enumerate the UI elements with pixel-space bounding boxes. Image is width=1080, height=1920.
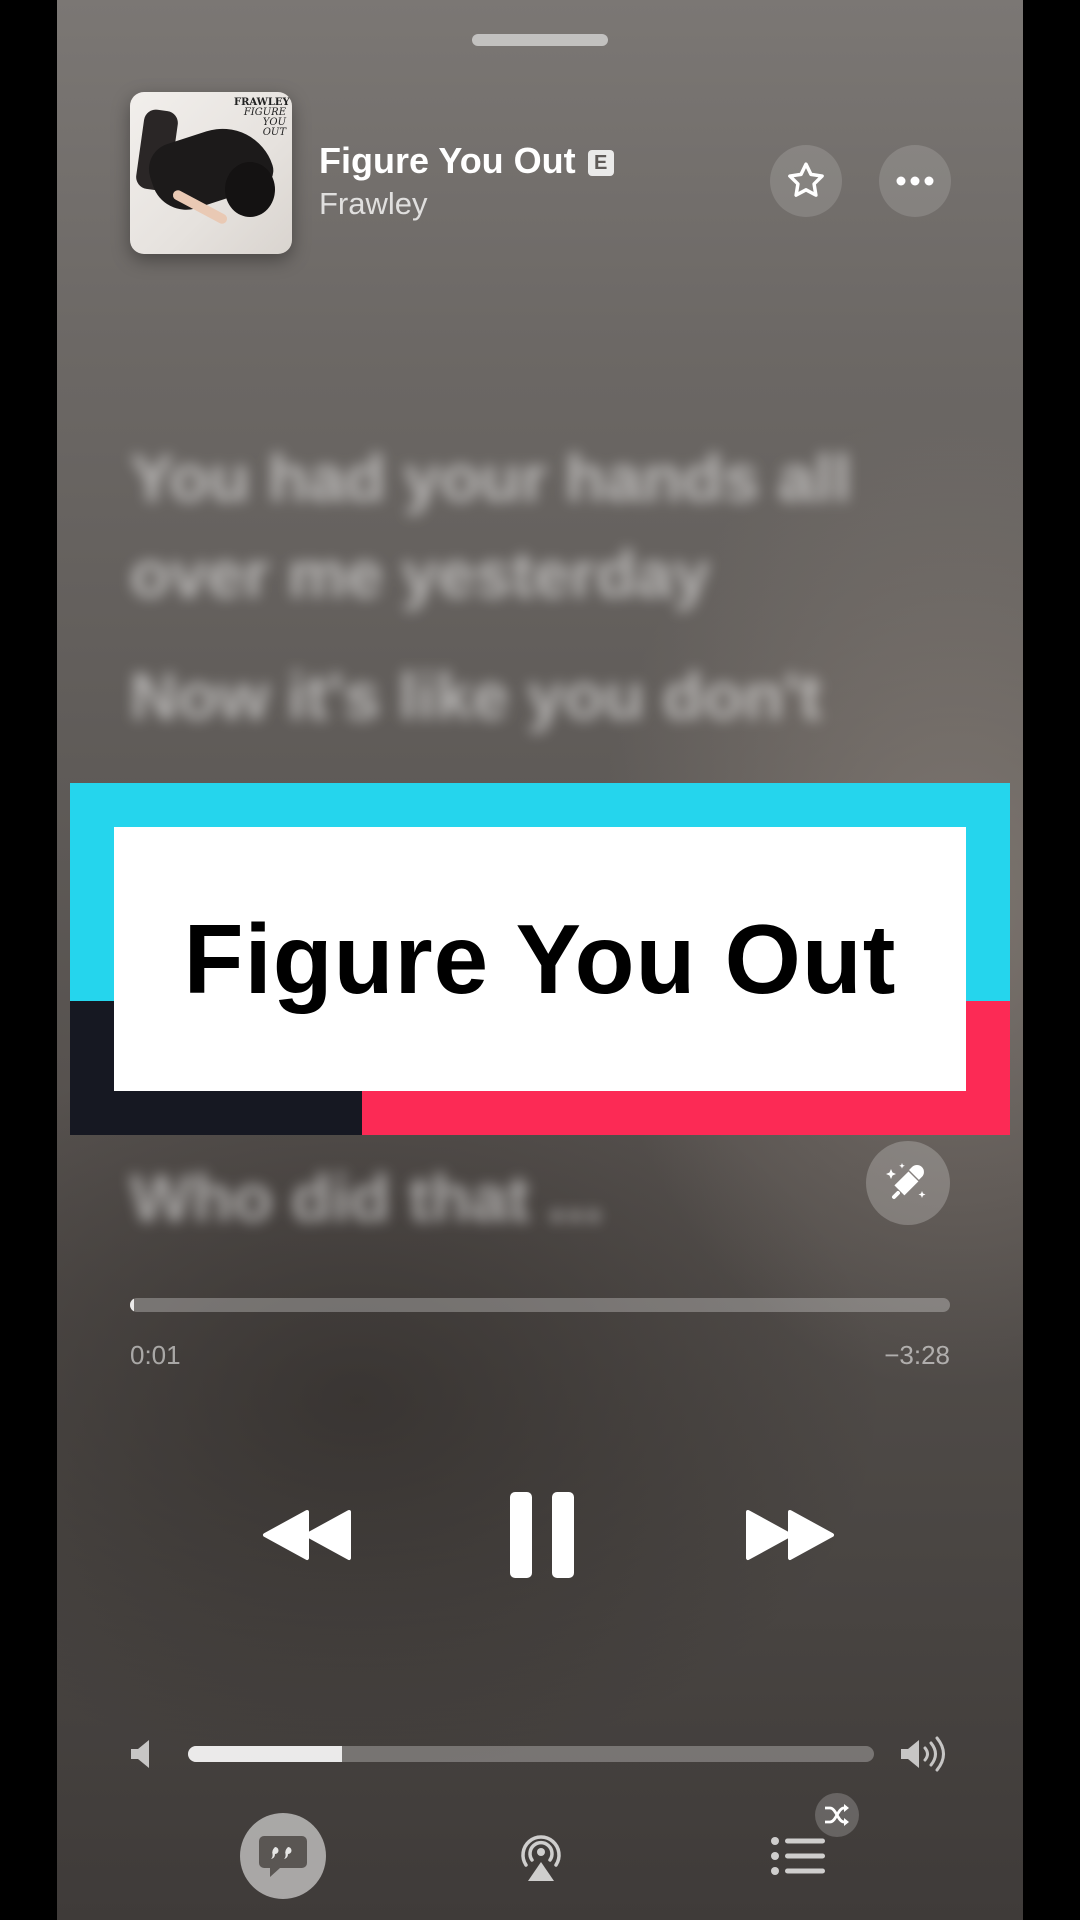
lyric-line: over me yesterday — [130, 537, 710, 611]
more-options-button[interactable] — [879, 145, 951, 217]
song-title-row[interactable]: Figure You Out E — [319, 140, 614, 182]
song-title: Figure You Out — [319, 140, 576, 181]
lyric-line: You had your hands all — [130, 441, 852, 515]
elapsed-time: 0:01 — [130, 1340, 181, 1370]
overlay-title: Figure You Out — [183, 903, 897, 1014]
quote-bubble-icon — [259, 1836, 307, 1877]
speaker-low-icon — [131, 1740, 149, 1768]
lyric-line: Now it's like you don't — [130, 659, 822, 733]
album-art-text: FRAWLEY FIGURE YOU OUT — [234, 98, 290, 138]
pause-icon — [510, 1492, 574, 1578]
list-icon[interactable] — [769, 1829, 829, 1883]
album-artwork[interactable]: FRAWLEY FIGURE YOU OUT — [130, 92, 292, 254]
remaining-time: −3:28 — [884, 1340, 950, 1370]
screen: FRAWLEY FIGURE YOU OUT Figure You Out E F… — [0, 0, 1080, 1920]
playback-progress-fill — [130, 1298, 135, 1312]
sing-button[interactable] — [866, 1141, 950, 1225]
speaker-high-icon — [901, 1736, 945, 1772]
sheet-grabber[interactable] — [472, 34, 608, 46]
banner-card: Figure You Out — [114, 827, 966, 1091]
rewind-button[interactable] — [237, 1480, 377, 1590]
airplay-icon[interactable] — [514, 1829, 568, 1883]
favorite-button[interactable] — [770, 145, 842, 217]
lyrics-toggle-button[interactable] — [240, 1813, 326, 1899]
volume-level-fill — [188, 1746, 343, 1762]
explicit-badge: E — [587, 150, 614, 176]
playback-scrubber[interactable] — [130, 1298, 950, 1312]
volume-slider[interactable] — [188, 1746, 874, 1762]
rewind-icon — [263, 1510, 351, 1560]
ellipsis-icon — [896, 176, 934, 186]
album-art-title-3: OUT — [262, 127, 286, 138]
mic-sparkle-icon — [886, 1163, 926, 1199]
pause-button[interactable] — [487, 1480, 597, 1590]
lyric-line: Who did that ... — [130, 1161, 603, 1235]
lyrics-view[interactable]: You had your hands all over me yesterday… — [130, 430, 950, 1235]
fast-forward-icon — [746, 1510, 834, 1560]
artist-name[interactable]: Frawley — [319, 186, 428, 222]
star-icon — [788, 162, 824, 197]
shuffle-icon — [825, 1804, 849, 1826]
art-figure-hair — [225, 162, 275, 217]
title-overlay-banner: Figure You Out — [70, 783, 1010, 1135]
fast-forward-button[interactable] — [720, 1480, 860, 1590]
